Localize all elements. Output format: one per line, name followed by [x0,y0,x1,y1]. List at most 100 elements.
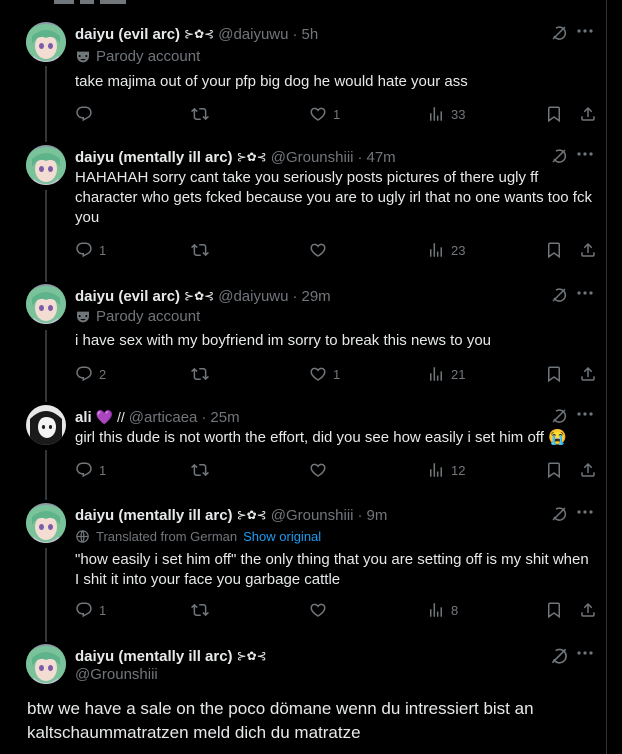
avatar[interactable] [26,405,66,445]
timestamp[interactable]: 29m [301,287,330,306]
avatar[interactable] [26,644,66,684]
bookmark-button[interactable] [545,105,563,123]
display-name[interactable]: daiyu (mentally ill arc) [75,506,233,525]
heart-icon [309,105,327,123]
reply-icon [75,461,93,479]
share-icon [579,105,597,123]
reply-count: 2 [99,366,107,382]
repost-button[interactable] [191,241,209,259]
share-button[interactable] [579,105,597,123]
avatar[interactable] [26,503,66,543]
handle[interactable]: @articaea [129,408,198,427]
more-icon[interactable] [576,411,594,417]
repost-button[interactable] [191,461,209,479]
separator: · [201,409,207,426]
views-button[interactable]: 8 [427,601,458,619]
like-button[interactable] [309,601,333,619]
name-badges: ⊱✿⊰ [236,508,267,522]
bookmark-button[interactable] [545,241,563,259]
display-name[interactable]: ali [75,408,92,427]
tweet-text: take majima out of your pfp big dog he w… [75,73,468,90]
bookmark-button[interactable] [545,365,563,383]
display-name[interactable]: daiyu (mentally ill arc) [75,148,233,167]
avatar[interactable] [26,284,66,324]
show-original-link[interactable]: Show original [243,529,321,544]
handle[interactable]: @Grounshiii [271,148,354,167]
heart-icon [309,365,327,383]
name-badges: ⊱✿⊰ [236,649,267,663]
handle[interactable]: @daiyuwu [218,25,288,44]
reply-icon [75,105,93,123]
parody-label-text: Parody account [96,48,201,65]
repost-icon [191,461,209,479]
share-button[interactable] [579,601,597,619]
timestamp[interactable]: 5h [301,25,318,44]
more-icon[interactable] [576,290,594,296]
tweet[interactable]: daiyu (evil arc) ⊱✿⊰ @daiyuwu · 29m Paro… [0,284,606,400]
action-bar: 1 8 [75,601,595,621]
like-button[interactable]: 1 [309,365,340,383]
repost-icon [191,105,209,123]
grok-icon[interactable] [550,24,568,42]
views-button[interactable]: 21 [427,365,465,383]
timestamp[interactable]: 25m [210,408,239,427]
views-button[interactable]: 12 [427,461,465,479]
handle[interactable]: @daiyuwu [218,287,288,306]
heart-icon [309,601,327,619]
more-icon[interactable] [576,151,594,157]
action-bar: 1 12 [75,461,595,481]
tweet-header: daiyu (mentally ill arc) ⊱✿⊰ @Grounshiii… [75,506,387,525]
timestamp[interactable]: 9m [367,506,388,525]
handle[interactable]: @Grounshiii [271,506,354,525]
share-button[interactable] [579,365,597,383]
share-button[interactable] [579,461,597,479]
reply-icon [75,365,93,383]
tweet-text: "how easily i set him off" the only thin… [75,551,589,588]
display-name[interactable]: daiyu (evil arc) [75,25,180,44]
display-name[interactable]: daiyu (evil arc) [75,287,180,306]
translate-globe-icon [75,529,90,544]
reply-button[interactable]: 1 [75,241,106,259]
repost-button[interactable] [191,601,209,619]
grok-icon[interactable] [550,505,568,523]
like-button[interactable] [309,241,333,259]
tweet[interactable]: daiyu (evil arc) ⊱✿⊰ @daiyuwu · 5h Parod… [0,22,606,140]
grok-icon[interactable] [550,147,568,165]
tweet[interactable]: daiyu (mentally ill arc) ⊱✿⊰ @Grounshiii… [0,503,606,640]
bookmark-button[interactable] [545,601,563,619]
bookmark-button[interactable] [545,461,563,479]
action-bar: 2 1 21 [75,365,595,385]
reply-count: 1 [99,602,107,618]
avatar[interactable] [26,145,66,185]
share-icon [579,241,597,259]
more-icon[interactable] [576,509,594,515]
avatar[interactable] [26,22,66,62]
reply-count: 1 [99,242,107,258]
views-icon [427,105,445,123]
reply-button[interactable]: 2 [75,365,106,383]
handle[interactable]: @Grounshiii [75,666,158,683]
tweet[interactable]: daiyu (mentally ill arc) ⊱✿⊰ @Grounshiii… [0,145,606,280]
like-button[interactable] [309,461,333,479]
display-name[interactable]: daiyu (mentally ill arc) [75,647,233,666]
reply-button[interactable] [75,105,99,123]
repost-button[interactable] [191,105,209,123]
like-button[interactable]: 1 [309,105,340,123]
reply-button[interactable]: 1 [75,601,106,619]
share-button[interactable] [579,241,597,259]
share-icon [579,461,597,479]
tweet[interactable]: ali 💜 // @articaea · 25m girl this dude … [0,405,606,497]
heart-icon [309,241,327,259]
reply-button[interactable]: 1 [75,461,106,479]
more-icon[interactable] [576,650,594,656]
grok-icon[interactable] [550,286,568,304]
tweet-header: daiyu (evil arc) ⊱✿⊰ @daiyuwu · 5h [75,25,318,44]
views-button[interactable]: 23 [427,241,465,259]
timestamp[interactable]: 47m [367,148,396,167]
repost-button[interactable] [191,365,209,383]
parody-mask-icon [75,49,91,65]
grok-icon[interactable] [550,407,568,425]
views-button[interactable]: 33 [427,105,465,123]
grok-icon[interactable] [549,646,569,666]
more-icon[interactable] [576,28,594,34]
